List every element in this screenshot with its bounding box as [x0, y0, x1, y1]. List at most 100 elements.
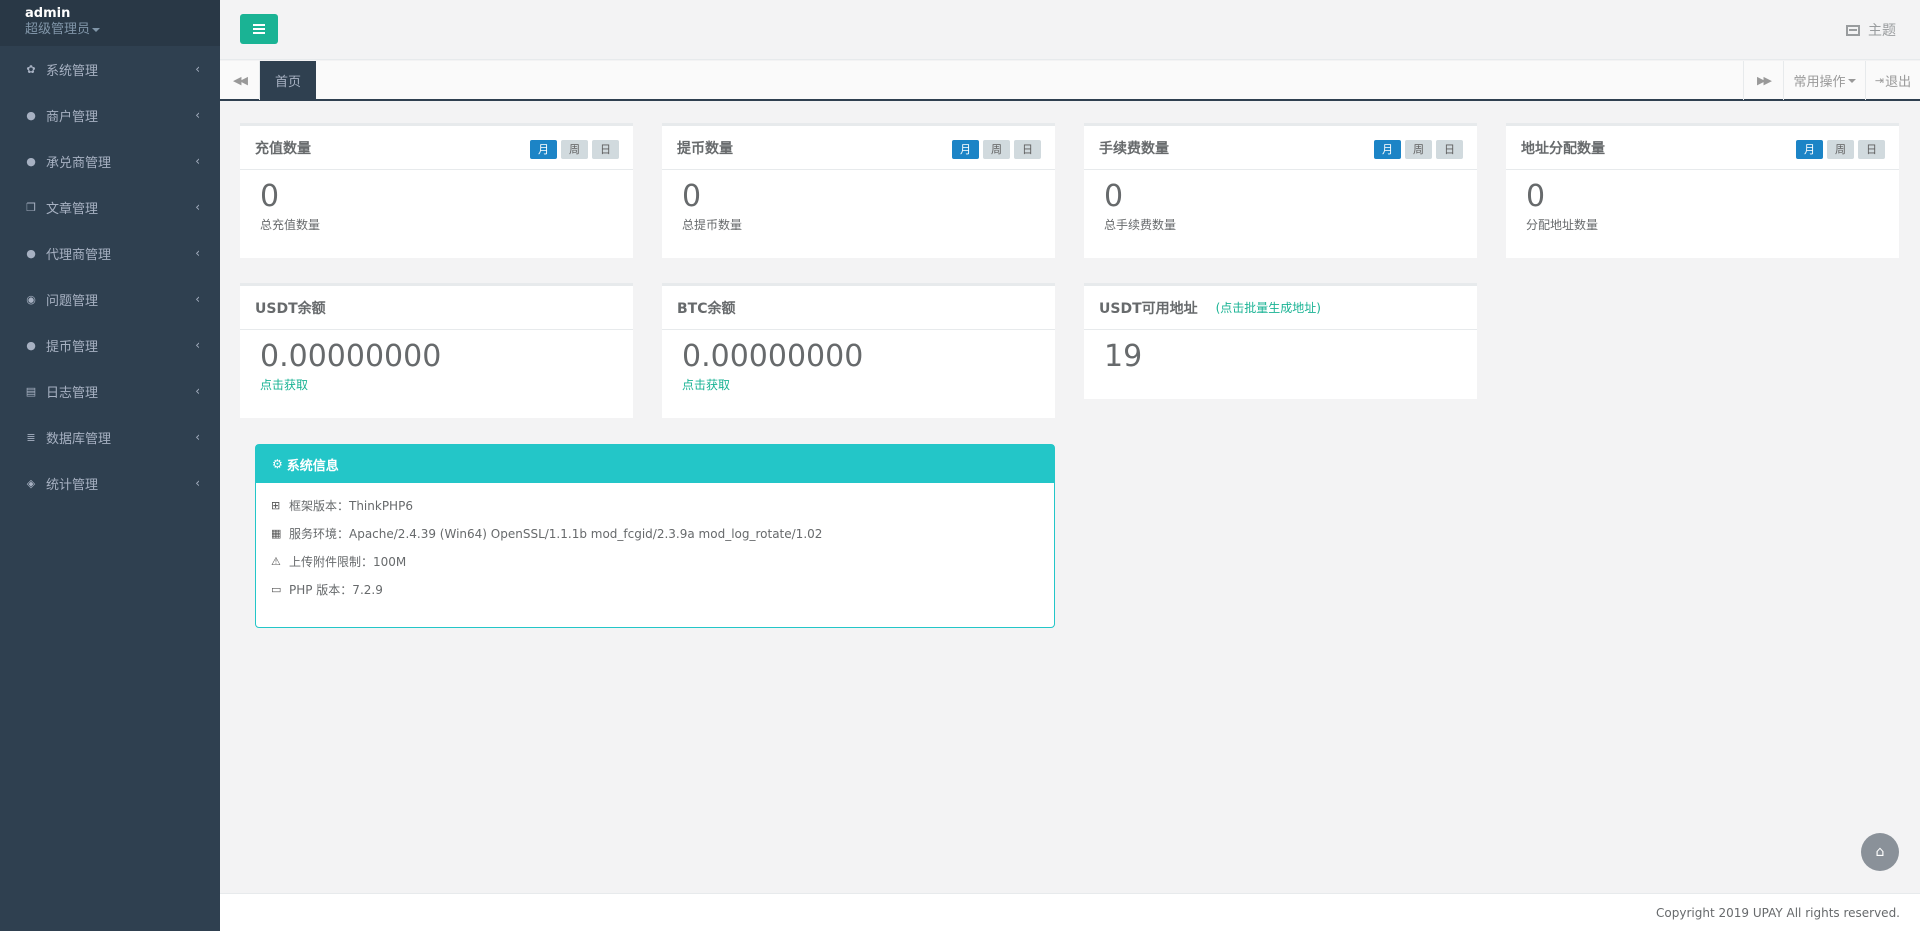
stat-card-withdraw: 提币数量 月 周 日 0 总提币数量: [662, 123, 1055, 258]
profile-role-label: 超级管理员: [25, 22, 91, 37]
chevron-left-icon: ‹: [195, 338, 200, 352]
sidebar-item-statistics[interactable]: ◈ 统计管理 ‹: [0, 460, 220, 506]
sidebar-item-article[interactable]: ❐ 文章管理 ‹: [0, 184, 220, 230]
gear-icon: ✿: [26, 62, 36, 76]
stat-card-fee: 手续费数量 月 周 日 0 总手续费数量: [1084, 123, 1477, 258]
profile-role-dropdown[interactable]: 超级管理员: [25, 22, 220, 38]
sidebar-item-acceptor[interactable]: ● 承兑商管理 ‹: [0, 138, 220, 184]
chevron-left-icon: ‹: [195, 476, 200, 490]
sidebar-item-log[interactable]: ▤ 日志管理 ‹: [0, 368, 220, 414]
chevron-left-icon: ‹: [195, 246, 200, 260]
fetch-balance-link[interactable]: 点击获取: [682, 376, 1035, 393]
hamburger-icon: [253, 28, 265, 30]
balance-value: 0.00000000: [682, 339, 864, 374]
sidebar-item-system[interactable]: ✿ 系统管理 ‹: [0, 46, 220, 92]
sysinfo-text: PHP 版本：7.2.9: [289, 582, 383, 597]
card-header: BTC余额: [662, 286, 1055, 330]
period-month-button[interactable]: 月: [1374, 140, 1401, 159]
fetch-balance-link[interactable]: 点击获取: [260, 376, 613, 393]
card-header: 手续费数量 月 周 日: [1084, 126, 1477, 170]
chevron-left-icon: ‹: [195, 154, 200, 168]
copyright-text: Copyright 2019 UPAY All rights reserved.: [1656, 906, 1900, 920]
sidebar-item-label: 承兑商管理: [46, 155, 112, 171]
common-operations-dropdown[interactable]: 常用操作: [1783, 61, 1865, 100]
period-day-button[interactable]: 日: [592, 140, 619, 159]
theme-label: 主题: [1868, 23, 1896, 39]
sidebar-item-withdraw[interactable]: ● 提币管理 ‹: [0, 322, 220, 368]
tab-home[interactable]: 首页: [260, 61, 316, 100]
card-body: 0 总手续费数量: [1084, 170, 1477, 243]
sidebar-item-label: 系统管理: [46, 63, 99, 79]
period-month-button[interactable]: 月: [952, 140, 979, 159]
comment-icon: ◉: [26, 292, 36, 306]
scroll-tabs-right-button[interactable]: ▶▶: [1743, 61, 1783, 100]
sidebar: admin 超级管理员 ✿ 系统管理 ‹ ● 商户管理 ‹ ● 承兑商管理 ‹ ❐ 文章管理 ‹…: [0, 0, 220, 931]
balance-card-btc: BTC余额 0.00000000 点击获取: [662, 283, 1055, 418]
sitemap-icon: ⊞: [271, 498, 281, 512]
period-week-button[interactable]: 周: [1405, 140, 1432, 159]
period-day-button[interactable]: 日: [1858, 140, 1885, 159]
menu-toggle-button[interactable]: [240, 14, 278, 44]
stat-value: 0: [1104, 179, 1124, 214]
logout-button[interactable]: ⇥ 退出: [1865, 61, 1920, 100]
home-icon: ⌂: [1875, 844, 1885, 860]
chevron-left-icon: ‹: [195, 430, 200, 444]
chevron-left-icon: ‹: [195, 200, 200, 214]
period-week-button[interactable]: 周: [983, 140, 1010, 159]
sysinfo-text: 上传附件限制：100M: [289, 554, 407, 569]
period-switch: 月 周 日: [1374, 140, 1463, 159]
period-month-button[interactable]: 月: [1796, 140, 1823, 159]
system-info-header: ⚙ 系统信息: [256, 445, 1054, 483]
sign-out-icon: ⇥: [1874, 74, 1885, 87]
home-float-button[interactable]: ⌂: [1861, 833, 1899, 871]
user-icon: ●: [26, 246, 36, 260]
card-header: 充值数量 月 周 日: [240, 126, 633, 170]
sysinfo-row: ⊞ 框架版本：ThinkPHP6: [256, 491, 1054, 519]
period-week-button[interactable]: 周: [561, 140, 588, 159]
sidebar-item-question[interactable]: ◉ 问题管理 ‹: [0, 276, 220, 322]
sidebar-item-merchant[interactable]: ● 商户管理 ‹: [0, 92, 220, 138]
stat-card-recharge: 充值数量 月 周 日 0 总充值数量: [240, 123, 633, 258]
sidebar-item-label: 日志管理: [46, 385, 99, 401]
caret-down-icon: [1847, 78, 1856, 83]
scroll-tabs-left-button[interactable]: ◀◀: [220, 61, 260, 100]
card-header: USDT余额: [240, 286, 633, 330]
period-switch: 月 周 日: [530, 140, 619, 159]
chevron-left-icon: ‹: [195, 384, 200, 398]
stat-caption: 总充值数量: [260, 218, 321, 232]
sidebar-item-agent[interactable]: ● 代理商管理 ‹: [0, 230, 220, 276]
card-header: 地址分配数量 月 周 日: [1506, 126, 1899, 170]
card-title: 手续费数量: [1099, 140, 1169, 157]
period-day-button[interactable]: 日: [1014, 140, 1041, 159]
sidebar-item-label: 统计管理: [46, 477, 99, 493]
balance-card-usdt: USDT余额 0.00000000 点击获取: [240, 283, 633, 418]
chevron-left-icon: ‹: [195, 292, 200, 306]
sidebar-item-label: 商户管理: [46, 109, 99, 125]
period-month-button[interactable]: 月: [530, 140, 557, 159]
address-count-value: 19: [1104, 339, 1143, 374]
common-operations-label: 常用操作: [1793, 75, 1846, 90]
theme-button[interactable]: 主题: [1846, 20, 1896, 40]
generate-addresses-link[interactable]: (点击批量生成地址): [1216, 299, 1321, 316]
card-title: USDT可用地址: [1099, 300, 1198, 317]
windows-icon: ▦: [271, 526, 282, 540]
sidebar-item-label: 问题管理: [46, 293, 99, 309]
card-header: USDT可用地址 (点击批量生成地址): [1084, 286, 1477, 330]
card-title: 提币数量: [677, 140, 733, 157]
stat-value: 0: [1526, 179, 1546, 214]
user-icon: ●: [26, 154, 36, 168]
profile-name: admin: [25, 6, 71, 21]
user-icon: ●: [26, 108, 36, 122]
period-switch: 月 周 日: [952, 140, 1041, 159]
chevron-left-icon: ‹: [195, 62, 200, 76]
sidebar-item-database[interactable]: ≣ 数据库管理 ‹: [0, 414, 220, 460]
stat-value: 0: [682, 179, 702, 214]
sidebar-item-label: 代理商管理: [46, 247, 112, 263]
sidebar-item-label: 文章管理: [46, 201, 99, 217]
period-switch: 月 周 日: [1796, 140, 1885, 159]
card-title: 地址分配数量: [1521, 140, 1605, 157]
backward-icon: ◀◀: [233, 74, 248, 87]
period-day-button[interactable]: 日: [1436, 140, 1463, 159]
card-body: 0 总提币数量: [662, 170, 1055, 243]
period-week-button[interactable]: 周: [1827, 140, 1854, 159]
